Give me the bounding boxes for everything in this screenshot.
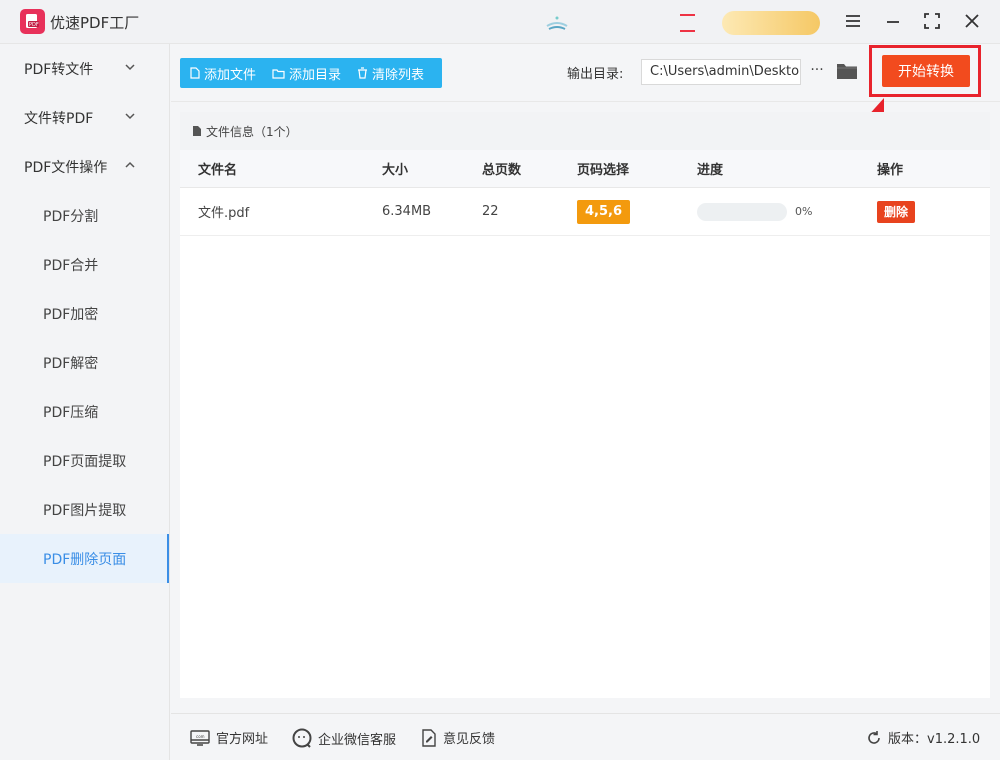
file-action-group: 添加文件 添加目录 清除列表 <box>180 58 442 88</box>
browse-more-button[interactable]: ··· <box>807 58 827 84</box>
start-convert-button[interactable]: 开始转换 <box>882 55 970 87</box>
sidebar-item-pdf-merge[interactable]: PDF合并 <box>0 240 169 289</box>
clear-list-button[interactable]: 清除列表 <box>347 58 430 88</box>
sidebar: PDF转文件 文件转PDF PDF文件操作 PDF分割 PDF合并 PDF加密 … <box>0 44 170 760</box>
folder-icon <box>272 68 285 79</box>
website-label: 官方网址 <box>216 732 269 747</box>
progress-percent: 0% <box>795 205 813 218</box>
column-action: 操作 <box>877 163 904 178</box>
add-file-label: 添加文件 <box>204 67 257 83</box>
file-icon <box>190 67 200 79</box>
nav-group-label: PDF转文件 <box>24 61 94 78</box>
website-link[interactable]: com 官方网址 <box>190 728 268 747</box>
nav-pdf-operations[interactable]: PDF文件操作 <box>0 142 169 191</box>
sidebar-item-pdf-decrypt[interactable]: PDF解密 <box>0 338 169 387</box>
add-folder-button[interactable]: 添加目录 <box>262 58 347 88</box>
file-list-panel: 文件信息（1个） 文件名 大小 总页数 页码选择 进度 操作 文件.pdf 6.… <box>180 112 990 698</box>
output-dir-input[interactable]: C:\Users\admin\Desktop <box>641 59 801 85</box>
table-row: 文件.pdf 6.34MB 22 4,5,6 0% 删除 <box>180 188 990 236</box>
column-pages: 总页数 <box>482 163 522 178</box>
sidebar-item-pdf-delete-pages[interactable]: PDF删除页面 <box>0 534 169 583</box>
chevron-up-icon <box>125 161 135 168</box>
clear-list-label: 清除列表 <box>372 67 425 83</box>
app-logo-icon: PDF <box>20 9 45 34</box>
feedback-label: 意见反馈 <box>443 732 496 747</box>
vip-badge[interactable] <box>722 11 820 35</box>
website-icon: com <box>190 729 210 746</box>
table-header: 文件名 大小 总页数 页码选择 进度 操作 <box>180 150 990 188</box>
svg-text:PDF: PDF <box>29 22 39 28</box>
promo-gift-icon[interactable] <box>680 14 695 32</box>
footer: com 官方网址 企业微信客服 意见反馈 版本：v1.2.1.0 <box>171 713 1000 760</box>
refresh-icon[interactable] <box>866 730 882 746</box>
version-info: 版本：v1.2.1.0 <box>866 728 980 747</box>
sidebar-item-pdf-compress[interactable]: PDF压缩 <box>0 387 169 436</box>
page-select-badge[interactable]: 4,5,6 <box>577 199 631 224</box>
feedback-link[interactable]: 意见反馈 <box>421 728 495 747</box>
sidebar-item-pdf-encrypt[interactable]: PDF加密 <box>0 289 169 338</box>
maximize-icon[interactable] <box>921 10 943 32</box>
chevron-down-icon <box>125 113 135 120</box>
nav-group-label: 文件转PDF <box>24 110 94 127</box>
sidebar-item-pdf-split[interactable]: PDF分割 <box>0 191 169 240</box>
file-info-header: 文件信息（1个） <box>180 112 990 150</box>
file-info-label: 文件信息（1个） <box>206 124 298 139</box>
trash-icon <box>358 67 368 79</box>
output-dir-label: 输出目录: <box>567 67 624 82</box>
open-folder-icon[interactable] <box>836 61 858 81</box>
wechat-support-label: 企业微信客服 <box>318 732 397 748</box>
wechat-support-link[interactable]: 企业微信客服 <box>292 728 396 748</box>
svg-text:com: com <box>196 734 205 739</box>
column-page-select: 页码选择 <box>577 163 630 178</box>
nav-pdf-to-file[interactable]: PDF转文件 <box>0 44 169 93</box>
delete-row-button[interactable]: 删除 <box>877 200 916 223</box>
toolbar: 添加文件 添加目录 清除列表 输出目录: C:\Users\admin\Desk… <box>171 44 1000 102</box>
promo-icon[interactable] <box>545 14 569 32</box>
add-folder-label: 添加目录 <box>289 67 342 83</box>
version-label: 版本：v1.2.1.0 <box>888 732 981 747</box>
chevron-down-icon <box>125 64 135 71</box>
add-file-button[interactable]: 添加文件 <box>180 58 262 88</box>
app-title: 优速PDF工厂 <box>50 14 140 32</box>
feedback-icon <box>422 728 436 747</box>
file-name: 文件.pdf <box>198 206 250 221</box>
sidebar-item-pdf-page-extract[interactable]: PDF页面提取 <box>0 436 169 485</box>
document-icon <box>193 126 201 136</box>
progress-bar <box>697 202 787 221</box>
sidebar-item-pdf-image-extract[interactable]: PDF图片提取 <box>0 485 169 534</box>
chat-icon <box>292 728 312 748</box>
menu-icon[interactable] <box>842 10 864 32</box>
minimize-icon[interactable] <box>882 10 904 32</box>
column-name: 文件名 <box>198 163 238 178</box>
column-progress: 进度 <box>697 163 724 178</box>
file-pages: 22 <box>482 204 499 219</box>
title-bar: PDF 优速PDF工厂 <box>0 0 1000 44</box>
file-size: 6.34MB <box>382 204 432 219</box>
nav-group-label: PDF文件操作 <box>24 159 108 176</box>
column-size: 大小 <box>382 163 409 178</box>
nav-file-to-pdf[interactable]: 文件转PDF <box>0 93 169 142</box>
close-icon[interactable] <box>961 10 983 32</box>
